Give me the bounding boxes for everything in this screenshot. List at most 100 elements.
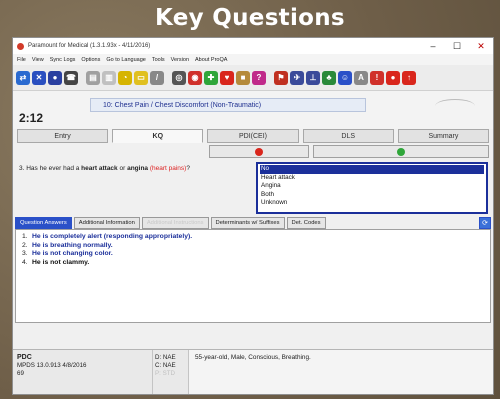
timer-icon[interactable]: ◔ bbox=[118, 70, 132, 85]
menu-bar: File View Sync Logs Options Go to Langua… bbox=[13, 54, 493, 65]
window-title: Paramount for Medical (1.3.1.93x - 4/11/… bbox=[28, 43, 151, 49]
protocol-tabs: Entry KQ PDI(CEI) DLS Summary bbox=[13, 129, 493, 143]
globe-icon[interactable]: ☺ bbox=[338, 70, 352, 85]
unit-icon[interactable]: ⊥ bbox=[306, 70, 320, 85]
menu-about[interactable]: About ProQA bbox=[195, 57, 227, 63]
status-p-code: P: STD bbox=[155, 370, 175, 377]
kq-answer-number: 3. bbox=[22, 250, 28, 257]
status-bar: PDC MPDS 13.0.913 4/8/2016 69 D: NAE C: … bbox=[13, 349, 493, 394]
info-tab-det-codes[interactable]: Det. Codes bbox=[286, 217, 326, 229]
info-tab-additional-instructions[interactable]: Additional Instructions bbox=[141, 217, 209, 229]
tab-entry[interactable]: Entry bbox=[17, 129, 109, 143]
banner: Key Questions bbox=[0, 0, 500, 36]
minimize-button[interactable]: – bbox=[421, 38, 445, 54]
tab-dls[interactable]: DLS bbox=[302, 129, 394, 143]
tab-summary[interactable]: Summary bbox=[397, 129, 490, 143]
menu-file[interactable]: File bbox=[17, 57, 26, 63]
toolbar: ⇄ ✕ ● ☎ ▤ ▥ ◔ ▭ / ◎ ◉ ✚ ♥ ■? ⚑ ✈ ⊥ ♣ ☺ A! ● ↑ bbox=[13, 65, 493, 91]
answer-option[interactable]: Angina bbox=[260, 182, 484, 191]
info-tab-additional-information[interactable]: Additional Information bbox=[73, 217, 140, 229]
plane-icon[interactable]: ✈ bbox=[290, 70, 304, 85]
app-logo-icon bbox=[17, 42, 24, 50]
answer-option[interactable]: Heart attack bbox=[260, 174, 484, 183]
next-icon bbox=[397, 147, 405, 156]
menu-tools[interactable]: Tools bbox=[152, 57, 165, 63]
title-bar: Paramount for Medical (1.3.1.93x - 4/11/… bbox=[13, 38, 493, 54]
question-clarifier: (heart pains) bbox=[149, 165, 187, 172]
question-bold-heart-attack: heart attack bbox=[81, 165, 118, 172]
menu-options[interactable]: Options bbox=[81, 57, 100, 63]
question-number: 3. bbox=[19, 165, 25, 172]
tab-kq[interactable]: KQ bbox=[112, 129, 204, 143]
status-codes: D: NAE C: NAE P: STD bbox=[153, 350, 189, 394]
kq-answer-item: 3. He is not changing color. bbox=[22, 250, 484, 259]
status-code: 69 bbox=[17, 370, 24, 377]
record-icon[interactable]: ◎ bbox=[172, 70, 186, 85]
arrows-icon[interactable]: ⇄ bbox=[16, 70, 30, 85]
kq-answer-text: He is breathing normally. bbox=[32, 241, 113, 249]
case-timer: 2:12 bbox=[19, 111, 44, 125]
kq-answer-text: He is not changing color. bbox=[32, 250, 113, 257]
status-c-code: C: NAE bbox=[155, 362, 176, 369]
next-button[interactable] bbox=[313, 145, 489, 158]
navigation-row bbox=[13, 143, 493, 161]
font-icon[interactable]: A bbox=[354, 70, 368, 85]
case-icon[interactable]: ● bbox=[48, 70, 62, 85]
chief-complaint-title: 10: Chest Pain / Chest Discomfort (Non-T… bbox=[90, 98, 366, 112]
key-question: 3. Has he ever had a heart attack or ang… bbox=[19, 165, 190, 172]
lock-icon[interactable]: ● bbox=[386, 70, 400, 85]
question-bold-angina: angina bbox=[127, 165, 149, 172]
kq-answer-number: 2. bbox=[22, 241, 28, 249]
question-answers-panel: 1. He is completely alert (responding app… bbox=[15, 229, 491, 323]
answer-list[interactable]: No Heart attack Angina Both Unknown bbox=[256, 162, 488, 214]
chest-icon[interactable]: ■ bbox=[236, 70, 250, 85]
status-version: MPDS 13.0.913 4/8/2016 bbox=[17, 362, 87, 369]
kq-answer-text: He is completely alert (responding appro… bbox=[32, 233, 193, 240]
menu-version[interactable]: Version bbox=[171, 57, 189, 63]
alert-icon[interactable]: ! bbox=[370, 70, 384, 85]
aed-icon[interactable]: ✚ bbox=[204, 70, 218, 85]
banner-title: Key Questions bbox=[155, 5, 345, 31]
question-text-prefix: Has he ever had a bbox=[26, 165, 82, 172]
recorder-icon[interactable]: ◉ bbox=[188, 70, 202, 85]
window-controls: – ☐ ✕ bbox=[421, 38, 493, 54]
close-button[interactable]: ✕ bbox=[469, 38, 493, 54]
pen-icon[interactable]: / bbox=[150, 70, 164, 85]
card-icon[interactable]: ▭ bbox=[134, 70, 148, 85]
maximize-button[interactable]: ☐ bbox=[445, 38, 469, 54]
kq-answer-item: 2. He is breathing normally. bbox=[22, 242, 484, 251]
kq-answer-item: 1. He is completely alert (responding app… bbox=[22, 233, 484, 242]
kq-answer-number: 1. bbox=[22, 233, 28, 240]
phone-icon[interactable]: ☎ bbox=[64, 70, 78, 85]
previous-button[interactable] bbox=[209, 145, 309, 158]
menu-go-to-language[interactable]: Go to Language bbox=[106, 57, 145, 63]
kq-answer-text: He is not clammy. bbox=[32, 258, 90, 266]
case-header: 2:12 10: Chest Pain / Chest Discomfort (… bbox=[13, 91, 493, 129]
help-icon[interactable]: ? bbox=[252, 70, 266, 85]
kq-answer-number: 4. bbox=[22, 258, 28, 266]
question-text-mid: or bbox=[117, 165, 128, 172]
map-icon[interactable]: ♣ bbox=[322, 70, 336, 85]
exit-icon[interactable]: ↑ bbox=[402, 70, 416, 85]
flag-icon[interactable]: ⚑ bbox=[274, 70, 288, 85]
question-area: 3. Has he ever had a heart attack or ang… bbox=[13, 161, 493, 217]
refresh-icon[interactable]: ⟳ bbox=[479, 217, 491, 229]
app-window: Paramount for Medical (1.3.1.93x - 4/11/… bbox=[12, 37, 494, 395]
cancel-icon[interactable]: ✕ bbox=[32, 70, 46, 85]
menu-sync-logs[interactable]: Sync Logs bbox=[50, 57, 76, 63]
answer-option[interactable]: No bbox=[260, 165, 484, 174]
previous-icon bbox=[255, 147, 263, 156]
status-pdc: PDC bbox=[17, 354, 32, 361]
heart-icon[interactable]: ♥ bbox=[220, 70, 234, 85]
tab-pdi[interactable]: PDI(CEI) bbox=[207, 129, 299, 143]
answer-option[interactable]: Unknown bbox=[260, 199, 484, 208]
kq-answer-item: 4. He is not clammy. bbox=[22, 259, 484, 268]
pdi-icon[interactable]: ▥ bbox=[102, 70, 116, 85]
info-tab-determinants-w-suffixes[interactable]: Determinants w/ Suffixes bbox=[210, 217, 285, 229]
menu-view[interactable]: View bbox=[32, 57, 44, 63]
answer-option[interactable]: Both bbox=[260, 191, 484, 200]
brand-logo-icon bbox=[435, 99, 475, 113]
notes-icon[interactable]: ▤ bbox=[86, 70, 100, 85]
case-summary: 55-year-old, Male, Conscious, Breathing. bbox=[189, 350, 493, 394]
info-tab-question-answers[interactable]: Question Answers bbox=[15, 217, 72, 229]
